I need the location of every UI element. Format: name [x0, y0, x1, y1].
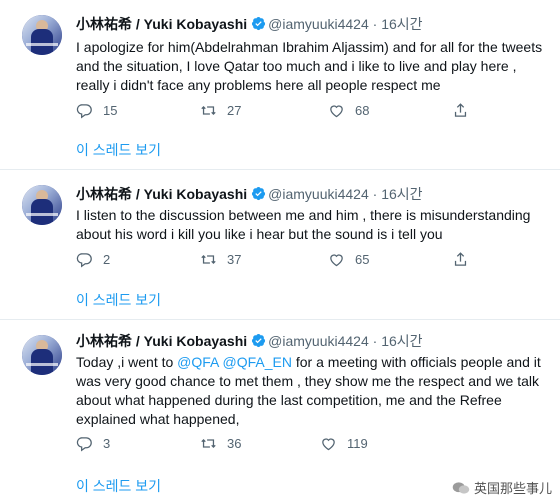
heart-icon — [320, 435, 337, 452]
share-button[interactable] — [452, 100, 469, 120]
reply-count: 2 — [103, 251, 111, 267]
separator: · — [368, 186, 382, 202]
heart-icon — [328, 251, 345, 268]
show-thread-link[interactable]: 이 스레드 보기 — [76, 140, 161, 160]
tweet-text: I listen to the discussion between me an… — [76, 207, 531, 242]
reply-count: 3 — [103, 435, 111, 451]
like-count: 65 — [355, 251, 370, 267]
show-thread-link[interactable]: 이 스레드 보기 — [76, 476, 161, 496]
display-name[interactable]: 小林祐希 / Yuki Kobayashi — [76, 186, 247, 202]
reply-icon — [76, 251, 93, 268]
action-bar: 3 36 119 — [76, 433, 476, 453]
tweet-text: Today ,i went to @QFA @QFA_EN for a meet… — [76, 353, 546, 429]
share-icon — [452, 102, 469, 119]
tweet-2[interactable]: 小林祐希 / Yuki Kobayashi @iamyuuki4424 · 16시… — [0, 170, 560, 320]
retweet-icon — [200, 102, 217, 119]
verified-badge-icon — [251, 186, 266, 201]
retweet-count: 36 — [227, 435, 242, 451]
action-bar: 15 27 68 — [76, 100, 476, 120]
separator: · — [368, 16, 382, 32]
watermark-text: 英国那些事儿 — [473, 481, 552, 496]
timestamp[interactable]: 16시간 — [381, 333, 422, 349]
like-count: 68 — [355, 102, 370, 118]
tweet-3[interactable]: 小林祐希 / Yuki Kobayashi @iamyuuki4424 · 16시… — [0, 320, 560, 503]
like-button[interactable]: 119 — [320, 433, 368, 453]
share-icon — [452, 251, 469, 268]
timestamp[interactable]: 16시간 — [381, 186, 422, 202]
tweet-text: I apologize for him(Abdelrahman Ibrahim … — [76, 39, 543, 93]
retweet-count: 27 — [227, 102, 242, 118]
retweet-button[interactable]: 36 — [200, 433, 241, 453]
avatar[interactable] — [22, 335, 62, 375]
retweet-icon — [200, 251, 217, 268]
avatar[interactable] — [22, 185, 62, 225]
tweet-header: 小林祐希 / Yuki Kobayashi @iamyuuki4424 · 16시… — [76, 15, 423, 33]
tweet-header: 小林祐希 / Yuki Kobayashi @iamyuuki4424 · 16시… — [76, 185, 423, 203]
reply-count: 15 — [103, 102, 118, 118]
wechat-logo-icon — [452, 481, 470, 494]
heart-icon — [328, 102, 345, 119]
mention-link[interactable]: @QFA — [177, 354, 218, 370]
like-count: 119 — [347, 435, 368, 451]
show-thread-link[interactable]: 이 스레드 보기 — [76, 290, 161, 310]
share-button[interactable] — [452, 249, 469, 269]
like-button[interactable]: 68 — [328, 100, 369, 120]
avatar[interactable] — [22, 15, 62, 55]
display-name[interactable]: 小林祐希 / Yuki Kobayashi — [76, 16, 247, 32]
like-button[interactable]: 65 — [328, 249, 369, 269]
reply-button[interactable]: 3 — [76, 433, 110, 453]
retweet-count: 37 — [227, 251, 242, 267]
reply-button[interactable]: 15 — [76, 100, 117, 120]
action-bar: 2 37 65 — [76, 249, 476, 269]
text-segment: Today ,i went to — [76, 354, 178, 370]
handle[interactable]: @iamyuuki4424 — [268, 333, 369, 349]
retweet-button[interactable]: 27 — [200, 100, 241, 120]
watermark: 英国那些事儿 — [452, 478, 552, 497]
timestamp[interactable]: 16시간 — [381, 16, 422, 32]
tweet-1[interactable]: 小林祐希 / Yuki Kobayashi @iamyuuki4424 · 16시… — [0, 0, 560, 170]
tweet-header: 小林祐希 / Yuki Kobayashi @iamyuuki4424 · 16시… — [76, 332, 423, 350]
verified-badge-icon — [251, 333, 266, 348]
display-name[interactable]: 小林祐希 / Yuki Kobayashi — [76, 333, 247, 349]
separator: · — [368, 333, 382, 349]
handle[interactable]: @iamyuuki4424 — [268, 186, 369, 202]
mention-link[interactable]: @QFA_EN — [223, 354, 292, 370]
reply-icon — [76, 435, 93, 452]
handle[interactable]: @iamyuuki4424 — [268, 16, 369, 32]
reply-button[interactable]: 2 — [76, 249, 110, 269]
retweet-icon — [200, 435, 217, 452]
retweet-button[interactable]: 37 — [200, 249, 241, 269]
reply-icon — [76, 102, 93, 119]
verified-badge-icon — [251, 16, 266, 31]
